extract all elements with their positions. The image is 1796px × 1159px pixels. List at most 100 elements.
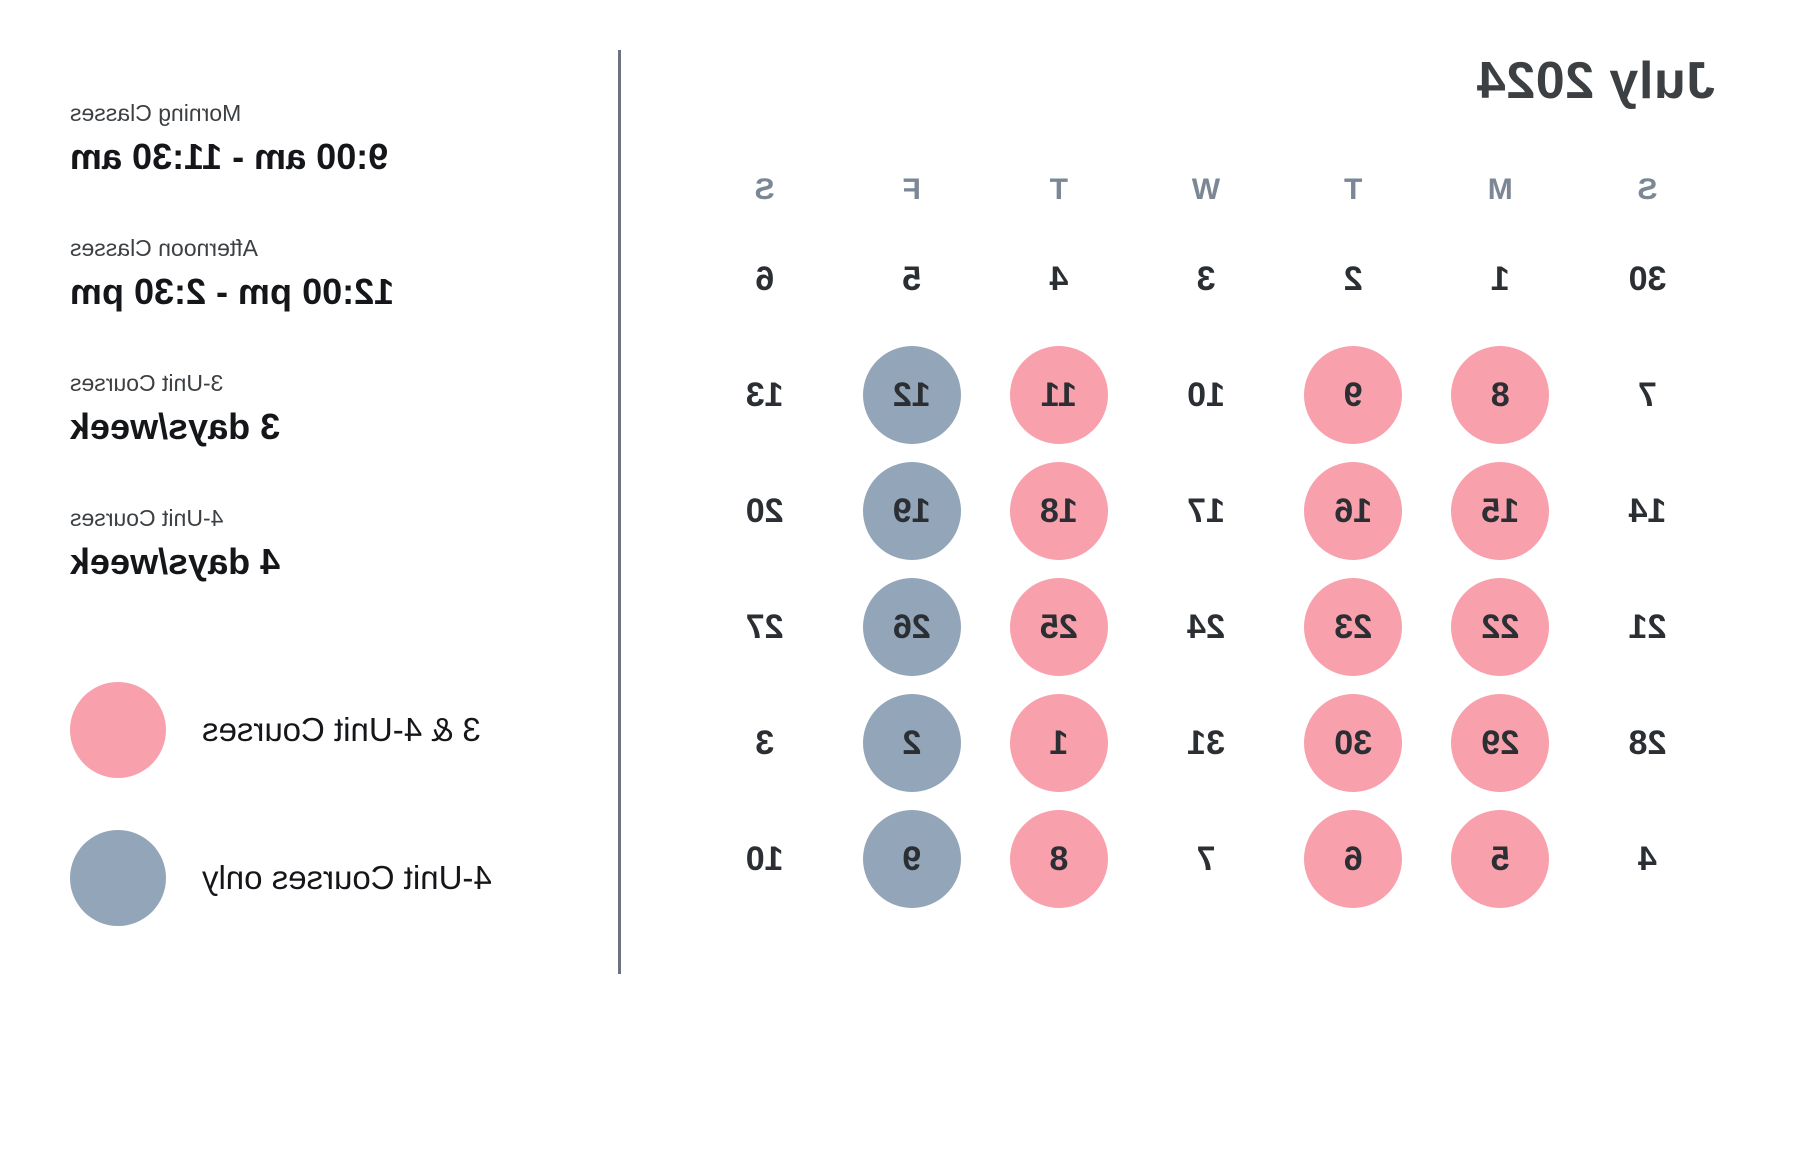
calendar-cell[interactable]: 1 xyxy=(985,685,1132,801)
calendar-cell[interactable]: 25 xyxy=(985,569,1132,685)
day-number[interactable]: 19 xyxy=(862,462,961,560)
day-number[interactable]: 1 xyxy=(1009,694,1108,792)
calendar-cell[interactable]: 28 xyxy=(1574,685,1721,801)
day-number[interactable]: 9 xyxy=(1304,346,1403,444)
calendar-cell[interactable]: 4 xyxy=(1574,801,1721,917)
weekday-header: W xyxy=(1191,173,1221,206)
calendar-cell[interactable]: 20 xyxy=(691,453,838,569)
day-number[interactable]: 2 xyxy=(862,694,961,792)
day-number[interactable]: 24 xyxy=(1157,578,1255,676)
schedule-item: 3-Unit Courses 3 days/week xyxy=(70,370,394,447)
calendar-cell[interactable]: 10 xyxy=(691,801,838,917)
calendar-cell[interactable]: 24 xyxy=(1132,569,1279,685)
day-number[interactable]: 23 xyxy=(1304,578,1403,676)
calendar-cell[interactable]: 27 xyxy=(691,569,838,685)
calendar-cell[interactable]: 17 xyxy=(1132,453,1279,569)
calendar-cell[interactable]: 23 xyxy=(1280,569,1427,685)
day-number[interactable]: 6 xyxy=(716,230,814,328)
day-number[interactable]: 11 xyxy=(1009,346,1108,444)
calendar-cell[interactable]: 5 xyxy=(1427,801,1574,917)
calendar-cell[interactable]: 30 xyxy=(1280,685,1427,801)
day-number[interactable]: 8 xyxy=(1009,810,1108,908)
calendar-cell[interactable]: 22 xyxy=(1427,569,1574,685)
weekday-header: S xyxy=(1637,173,1658,206)
day-number[interactable]: 12 xyxy=(862,346,961,444)
day-number[interactable]: 13 xyxy=(716,346,814,444)
calendar-cell[interactable]: 3 xyxy=(1132,221,1279,337)
legend-item: 3 & 4-Unit Courses xyxy=(70,681,563,778)
calendar-cell[interactable]: 31 xyxy=(1132,685,1279,801)
day-number[interactable]: 8 xyxy=(1451,346,1550,444)
day-number[interactable]: 7 xyxy=(1598,346,1696,444)
calendar-cell[interactable]: 13 xyxy=(691,337,838,453)
calendar-cell[interactable]: 1 xyxy=(1427,221,1574,337)
schedule-item-label: 4-Unit Courses xyxy=(70,504,224,531)
calendar-cell[interactable]: 8 xyxy=(1427,337,1574,453)
calendar-cell[interactable]: 21 xyxy=(1574,569,1721,685)
calendar-cell[interactable]: 6 xyxy=(691,221,838,337)
day-number[interactable]: 28 xyxy=(1598,694,1696,792)
day-number[interactable]: 30 xyxy=(1304,694,1403,792)
calendar-cell[interactable]: 10 xyxy=(1132,337,1279,453)
day-number[interactable]: 27 xyxy=(716,578,814,676)
day-number[interactable]: 16 xyxy=(1304,462,1403,560)
calendar-cell[interactable]: 26 xyxy=(838,569,985,685)
day-number[interactable]: 18 xyxy=(1009,462,1108,560)
calendar-cell[interactable]: 2 xyxy=(838,685,985,801)
day-number[interactable]: 1 xyxy=(1451,230,1549,328)
weekday-header: S xyxy=(754,173,775,206)
schedule-item-label: Morning Classes xyxy=(70,100,242,126)
day-number[interactable]: 3 xyxy=(1157,230,1255,328)
schedule-item: Afternoon Classes 12:00 pm - 2:30 pm xyxy=(70,235,394,312)
schedule-item-value: 9:00 am - 11:30 am xyxy=(70,135,389,177)
calendar-cell[interactable]: 16 xyxy=(1280,453,1427,569)
day-number[interactable]: 10 xyxy=(1157,346,1255,444)
day-number[interactable]: 10 xyxy=(716,810,814,908)
day-number[interactable]: 6 xyxy=(1304,810,1403,908)
calendar-cell[interactable]: 9 xyxy=(1280,337,1427,453)
calendar-cell[interactable]: 8 xyxy=(985,801,1132,917)
calendar-cell[interactable]: 15 xyxy=(1427,453,1574,569)
day-number[interactable]: 30 xyxy=(1598,230,1696,328)
calendar-cell[interactable]: 18 xyxy=(985,453,1132,569)
calendar-cell[interactable]: 30 xyxy=(1574,221,1721,337)
day-number[interactable]: 7 xyxy=(1157,810,1255,908)
schedule-item-label: Afternoon Classes xyxy=(70,234,258,261)
day-number[interactable]: 5 xyxy=(863,230,961,328)
weekday-header: T xyxy=(1049,173,1069,206)
calendar-cell[interactable]: 3 xyxy=(691,685,838,801)
calendar-cell[interactable]: 6 xyxy=(1280,801,1427,917)
day-number[interactable]: 4 xyxy=(1010,230,1108,328)
day-number[interactable]: 3 xyxy=(716,694,814,792)
day-number[interactable]: 22 xyxy=(1451,578,1550,676)
schedule-item-value: 12:00 pm - 2:30 pm xyxy=(70,270,395,312)
calendar-cell[interactable]: 19 xyxy=(838,453,985,569)
page-title: July 2024 xyxy=(1476,52,1715,110)
calendar-cell[interactable]: 4 xyxy=(985,221,1132,337)
calendar-cell[interactable]: 12 xyxy=(838,337,985,453)
day-number[interactable]: 26 xyxy=(862,578,961,676)
day-number[interactable]: 4 xyxy=(1598,810,1696,908)
day-number[interactable]: 15 xyxy=(1451,462,1550,560)
day-number[interactable]: 14 xyxy=(1598,462,1696,560)
day-number[interactable]: 17 xyxy=(1157,462,1255,560)
calendar-cell[interactable]: 14 xyxy=(1574,453,1721,569)
schedule-item-label: 3-Unit Courses xyxy=(70,369,224,396)
day-number[interactable]: 20 xyxy=(716,462,814,560)
calendar-cell[interactable]: 7 xyxy=(1132,801,1279,917)
day-number[interactable]: 5 xyxy=(1451,810,1550,908)
calendar-cell[interactable]: 11 xyxy=(985,337,1132,453)
calendar-cell[interactable]: 7 xyxy=(1574,337,1721,453)
calendar-cell[interactable]: 29 xyxy=(1427,685,1574,801)
calendar-cell[interactable]: 5 xyxy=(838,221,985,337)
calendar-cell[interactable]: 2 xyxy=(1280,221,1427,337)
day-number[interactable]: 21 xyxy=(1598,578,1696,676)
day-number[interactable]: 9 xyxy=(862,810,961,908)
legend-item-label: 4-Unit Courses only xyxy=(202,858,492,896)
day-number[interactable]: 2 xyxy=(1304,230,1402,328)
day-number[interactable]: 29 xyxy=(1451,694,1550,792)
day-number[interactable]: 25 xyxy=(1009,578,1108,676)
day-number[interactable]: 31 xyxy=(1157,694,1255,792)
calendar-cell[interactable]: 9 xyxy=(838,801,985,917)
vertical-divider xyxy=(618,50,621,974)
